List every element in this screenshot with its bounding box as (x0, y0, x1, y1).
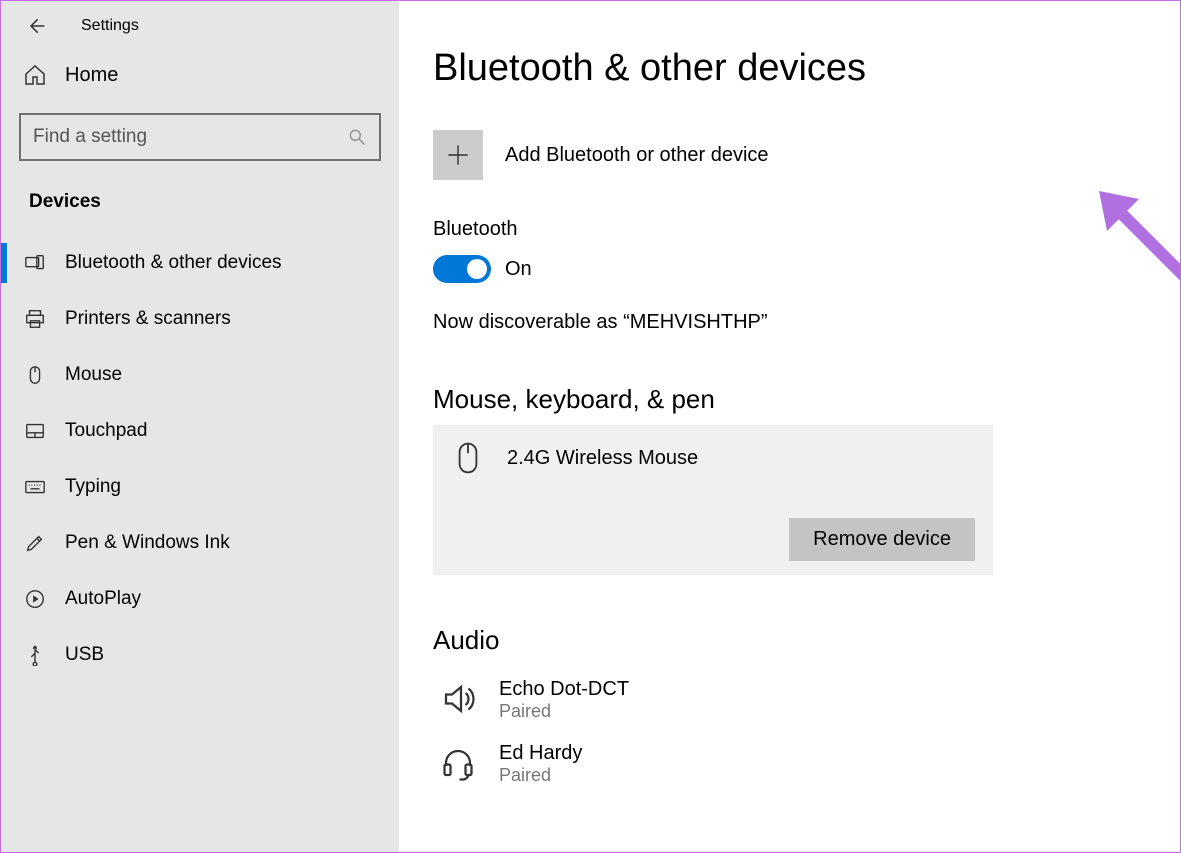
remove-device-button[interactable]: Remove device (789, 518, 975, 561)
touchpad-icon (23, 419, 47, 443)
usb-icon (23, 643, 47, 667)
sidebar-item-label: Touchpad (65, 420, 147, 442)
device-card[interactable]: 2.4G Wireless Mouse Remove device (433, 425, 993, 575)
sidebar-item-pen[interactable]: Pen & Windows Ink (1, 515, 399, 571)
sidebar-item-label: AutoPlay (65, 588, 141, 610)
audio-device-name: Echo Dot-DCT (499, 678, 629, 701)
sidebar-item-usb[interactable]: USB (1, 627, 399, 683)
sidebar-item-label: Printers & scanners (65, 308, 231, 330)
add-device-button[interactable]: Add Bluetooth or other device (433, 130, 1140, 180)
toggle-knob (467, 259, 487, 279)
settings-sidebar: Settings Home Devices Bluetooth & other … (1, 1, 399, 852)
sidebar-item-touchpad[interactable]: Touchpad (1, 403, 399, 459)
sidebar-item-label: USB (65, 644, 104, 666)
sidebar-home[interactable]: Home (1, 49, 399, 101)
audio-texts: Echo Dot-DCT Paired (499, 678, 629, 722)
audio-device-name: Ed Hardy (499, 742, 582, 765)
bluetooth-toggle-row: On (433, 255, 1140, 283)
audio-device-status: Paired (499, 765, 582, 786)
sidebar-nav: Bluetooth & other devices Printers & sca… (1, 235, 399, 683)
device-row: 2.4G Wireless Mouse (451, 441, 975, 475)
sidebar-item-bluetooth[interactable]: Bluetooth & other devices (1, 235, 399, 291)
printer-icon (23, 307, 47, 331)
keyboard-icon (23, 475, 47, 499)
audio-device-item[interactable]: Echo Dot-DCT Paired (433, 668, 1140, 732)
sidebar-item-label: Mouse (65, 364, 122, 386)
pen-icon (23, 531, 47, 555)
autoplay-icon (23, 587, 47, 611)
main-content: Bluetooth & other devices Add Bluetooth … (399, 1, 1180, 852)
mouse-section-title: Mouse, keyboard, & pen (433, 384, 1140, 415)
back-button[interactable] (25, 15, 47, 37)
search-input[interactable] (33, 126, 347, 148)
add-device-label: Add Bluetooth or other device (505, 144, 769, 167)
home-icon (23, 63, 47, 87)
sidebar-item-label: Typing (65, 476, 121, 498)
headset-icon (439, 744, 477, 782)
arrow-left-icon (26, 16, 46, 36)
device-name: 2.4G Wireless Mouse (507, 447, 698, 470)
mouse-icon (23, 363, 47, 387)
plus-icon (433, 130, 483, 180)
sidebar-category: Devices (1, 161, 399, 221)
home-label: Home (65, 64, 118, 87)
page-title: Bluetooth & other devices (433, 47, 1140, 90)
bluetooth-heading: Bluetooth (433, 218, 1140, 241)
audio-section-title: Audio (433, 625, 1140, 656)
search-icon (347, 127, 367, 147)
sidebar-item-printers[interactable]: Printers & scanners (1, 291, 399, 347)
speaker-icon (439, 680, 477, 718)
app-title: Settings (81, 17, 139, 35)
audio-list: Echo Dot-DCT Paired Ed Hardy Paired (433, 668, 1140, 796)
sidebar-item-typing[interactable]: Typing (1, 459, 399, 515)
sidebar-item-mouse[interactable]: Mouse (1, 347, 399, 403)
bluetooth-toggle[interactable] (433, 255, 491, 283)
audio-device-item[interactable]: Ed Hardy Paired (433, 732, 1140, 796)
sidebar-item-label: Pen & Windows Ink (65, 532, 230, 554)
bluetooth-discoverable: Now discoverable as “MEHVISHTHP” (433, 311, 1140, 334)
sidebar-header: Settings (1, 1, 399, 49)
audio-device-status: Paired (499, 701, 629, 722)
settings-search[interactable] (19, 113, 381, 161)
sidebar-item-autoplay[interactable]: AutoPlay (1, 571, 399, 627)
mouse-icon (451, 441, 485, 475)
audio-texts: Ed Hardy Paired (499, 742, 582, 786)
sidebar-item-label: Bluetooth & other devices (65, 252, 282, 274)
bluetooth-state: On (505, 258, 532, 281)
devices-icon (23, 251, 47, 275)
